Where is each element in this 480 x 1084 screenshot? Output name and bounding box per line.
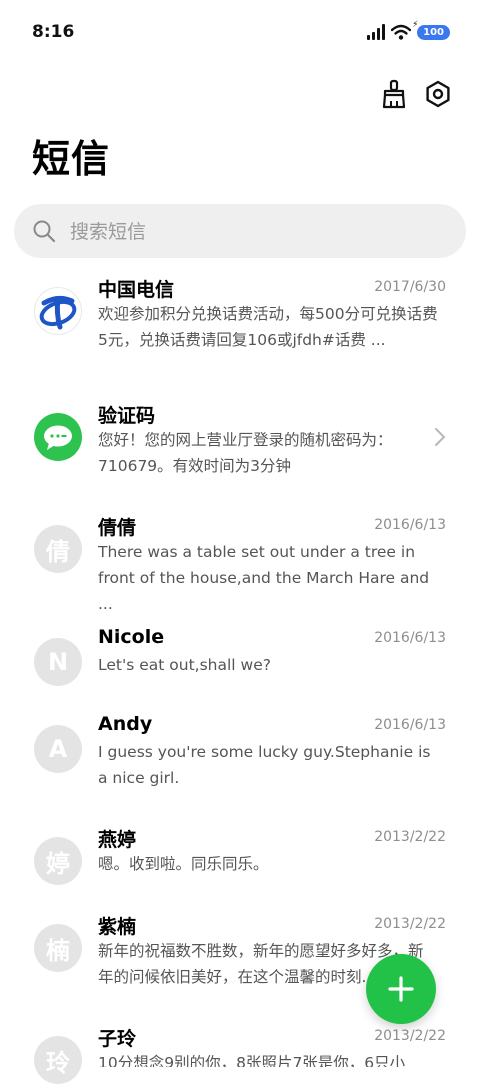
contact-name: 紫楠: [98, 916, 137, 938]
avatar: 楠: [34, 924, 82, 972]
avatar: N: [34, 638, 82, 686]
chat-bubble-icon: [44, 425, 72, 450]
contact-name: 中国电信: [98, 279, 175, 301]
battery-icon: ⚡ 100: [412, 20, 450, 40]
settings-button[interactable]: [420, 76, 456, 112]
clean-button[interactable]: [376, 76, 412, 112]
page-title: 短信: [32, 137, 111, 181]
avatar: [34, 413, 82, 461]
new-message-button[interactable]: [366, 954, 436, 1024]
avatar: 倩: [34, 525, 82, 573]
message-preview: 嗯。收到啦。同乐同乐。: [98, 855, 269, 873]
contact-name: 子玲: [98, 1028, 137, 1050]
search-input[interactable]: [68, 204, 442, 260]
contact-name: 倩倩: [98, 517, 137, 539]
message-date: 2013/2/22: [374, 829, 446, 845]
contact-name: 燕婷: [98, 829, 137, 851]
battery-level: 100: [423, 26, 444, 38]
wifi-icon: [391, 24, 412, 40]
contact-name: 验证码: [98, 405, 156, 427]
contact-name: Andy: [98, 713, 153, 735]
message-date: 2017/6/30: [374, 279, 446, 295]
signal-icon: [367, 24, 386, 40]
message-preview: 欢迎参加积分兑换话费活动，每500分可兑换话费5元，兑换话费请回复106或jfd…: [98, 305, 438, 349]
message-date: 2016/6/13: [374, 717, 446, 733]
avatar: 婷: [34, 837, 82, 885]
contact-name: Nicole: [98, 626, 165, 648]
broom-icon: [382, 79, 406, 109]
avatar: [34, 287, 82, 335]
plus-icon: [388, 976, 414, 1002]
china-telecom-logo: [39, 295, 77, 330]
search-icon: [33, 220, 56, 243]
charging-icon: ⚡: [412, 19, 419, 30]
message-preview: Let's eat out,shall we?: [98, 656, 271, 674]
settings-hexagon-icon: [426, 80, 450, 108]
message-date: 2016/6/13: [374, 517, 446, 533]
avatar: A: [34, 725, 82, 773]
message-preview: There was a table set out under a tree i…: [98, 543, 430, 613]
message-preview: I guess you're some lucky guy.Stephanie …: [98, 743, 431, 787]
message-date: 2013/2/22: [374, 916, 446, 932]
message-date: 2013/2/22: [374, 1028, 446, 1044]
search-bar[interactable]: [14, 204, 466, 260]
chevron-right-icon: [435, 428, 446, 446]
status-time: 8:16: [32, 22, 75, 42]
avatar: 玲: [34, 1036, 82, 1084]
message-preview: 您好！您的网上营业厅登录的随机密码为：710679。有效时间为3分钟: [98, 431, 393, 475]
status-icons: ⚡ 100: [367, 20, 450, 40]
status-bar: 8:16 ⚡ 100: [0, 0, 480, 66]
message-preview: 10分想念9别的你，8张照片7张是你，6只小: [98, 1054, 406, 1067]
message-date: 2016/6/13: [374, 630, 446, 646]
